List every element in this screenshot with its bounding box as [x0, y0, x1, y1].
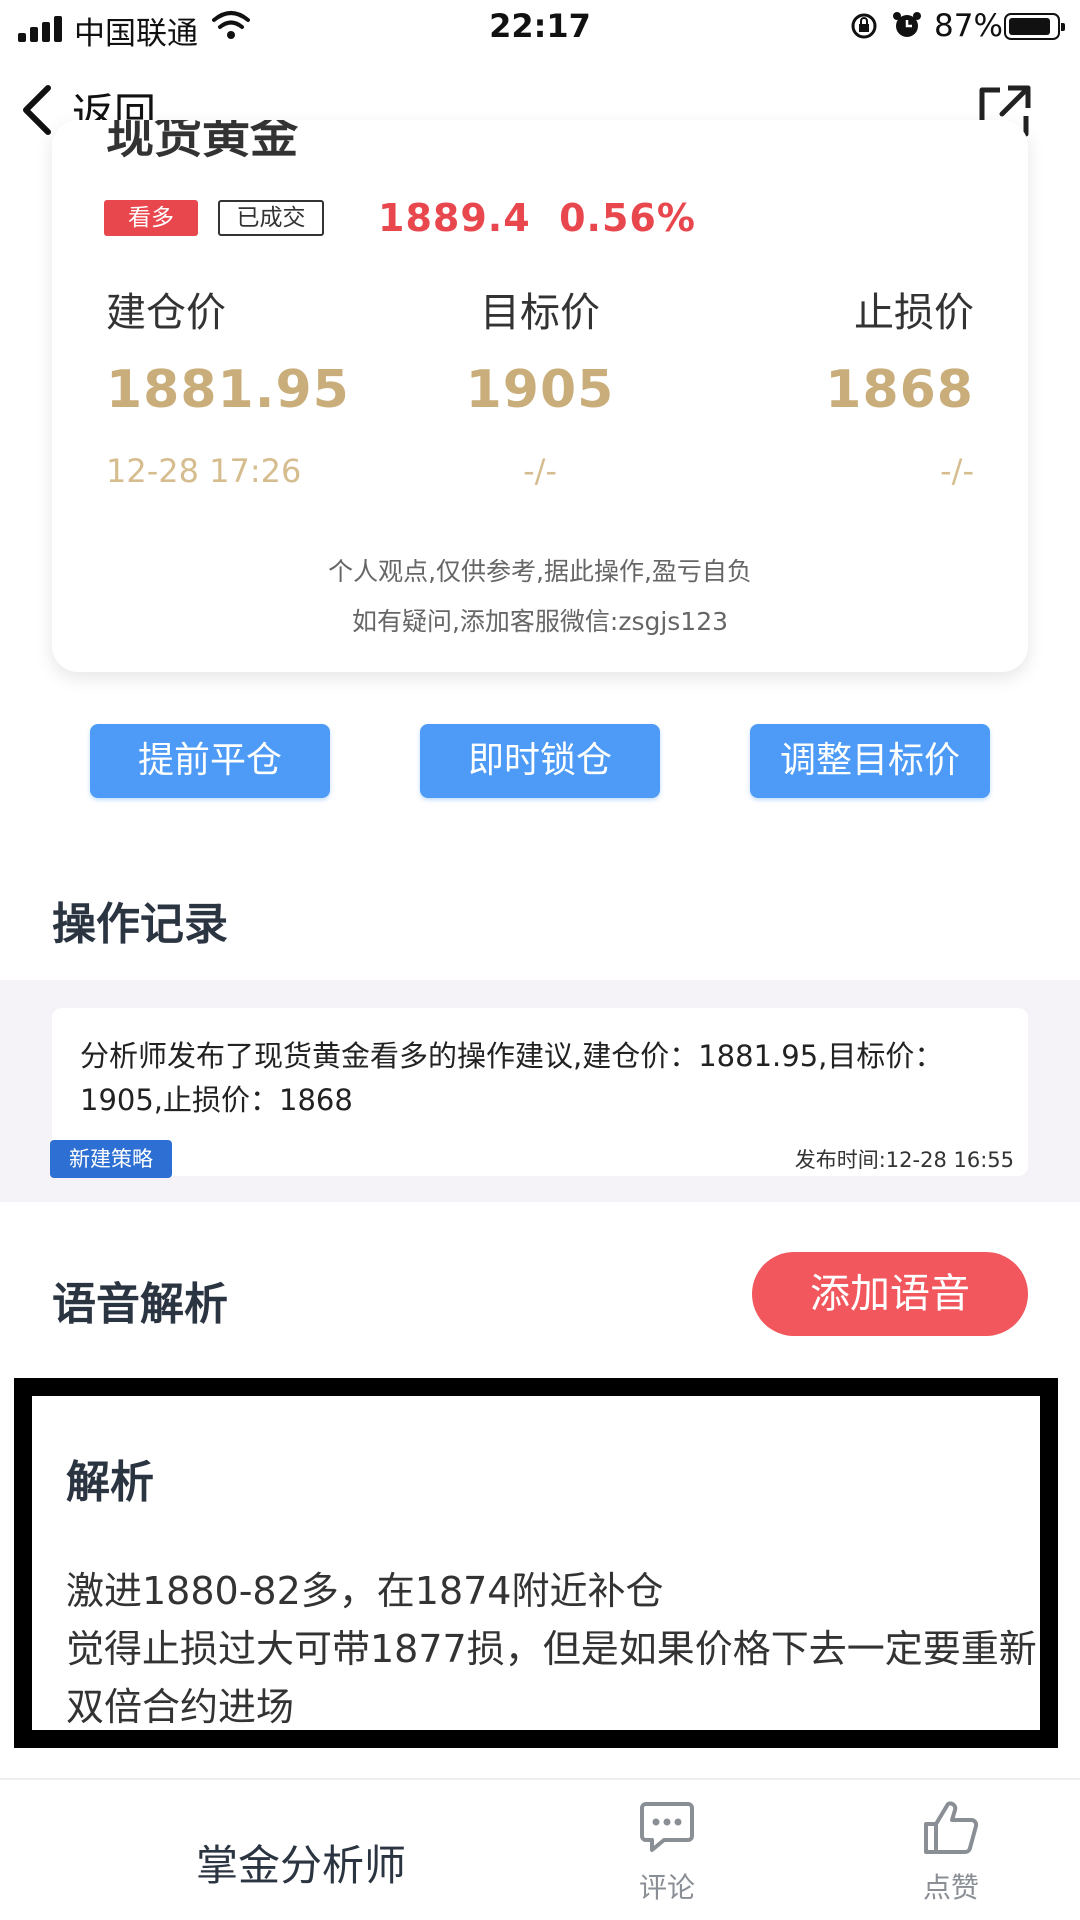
current-price: 1889.4: [378, 196, 531, 240]
stop-loss-label: 止损价: [854, 290, 974, 336]
page: 中国联通 22:17 87% 返回 现货黄金 看多 已成交 1889.4 0.5…: [0, 0, 1080, 1920]
chevron-left-icon: [23, 85, 51, 135]
bullish-badge: 看多: [104, 200, 198, 236]
like-label: 点赞: [922, 1871, 979, 1904]
disclaimer-line: 个人观点,仅供参考,据此操作,盈亏自负: [328, 557, 752, 586]
analysis-line-2: 觉得止损过大可带1877损，但是如果价格下去一定要重新双倍合约进场: [66, 1627, 1037, 1729]
lock-now-button[interactable]: 即时锁仓: [420, 724, 660, 798]
analyst-name[interactable]: 掌金分析师: [196, 1832, 406, 1893]
analysis-box: 解析 激进1880-82多，在1874附近补仓 觉得止损过大可带1877损，但是…: [14, 1378, 1058, 1748]
battery-icon: [1004, 13, 1065, 40]
operation-log-item: 分析师发布了现货黄金看多的操作建议,建仓价：1881.95,目标价：1905,止…: [50, 1008, 1028, 1178]
rotation-lock-icon: [851, 13, 877, 39]
close-early-button[interactable]: 提前平仓: [90, 724, 330, 798]
analysis-line-1: 激进1880-82多，在1874附近补仓: [66, 1569, 664, 1613]
bottom-bar: 掌金分析师 评论 点赞: [0, 1778, 1080, 1920]
price-change: 1889.4 0.56%: [378, 196, 696, 240]
analysis-text: 激进1880-82多，在1874附近补仓 觉得止损过大可带1877损，但是如果价…: [66, 1562, 1046, 1736]
contact-line: 如有疑问,添加客服微信:zsgjs123: [351, 607, 729, 636]
comment-icon: [640, 1802, 694, 1852]
publish-time: 发布时间:12-28 16:55: [794, 1148, 1014, 1172]
add-voice-button[interactable]: 添加语音: [752, 1252, 1028, 1336]
stop-loss-value: 1868: [825, 360, 974, 420]
operation-log-title: 操作记录: [52, 899, 228, 950]
strategy-card: 现货黄金 看多 已成交 1889.4 0.56% 建仓价 目标价 止损价 188…: [52, 120, 1028, 672]
stop-loss-sub: -/-: [940, 452, 974, 490]
thumbs-up-icon: [924, 1801, 979, 1854]
comment-label: 评论: [638, 1871, 695, 1904]
battery-percent: 87%: [934, 8, 1003, 44]
analysis-title: 解析: [66, 1457, 154, 1508]
new-strategy-badge: 新建策略: [50, 1140, 172, 1178]
comment-tab[interactable]: 评论: [612, 1798, 722, 1906]
adjust-target-button[interactable]: 调整目标价: [750, 724, 990, 798]
filled-badge: 已成交: [218, 200, 324, 236]
alarm-icon: [893, 12, 921, 37]
target-sub: -/-: [523, 452, 557, 490]
voice-analysis-title: 语音解析: [52, 1279, 228, 1330]
like-tab[interactable]: 点赞: [896, 1798, 1006, 1906]
product-title: 现货黄金: [106, 120, 299, 164]
log-text: 分析师发布了现货黄金看多的操作建议,建仓价：1881.95,目标价：1905,止…: [80, 1039, 944, 1117]
change-percent: 0.56%: [559, 196, 696, 240]
status-bar: 中国联通 22:17 87%: [0, 0, 1080, 56]
